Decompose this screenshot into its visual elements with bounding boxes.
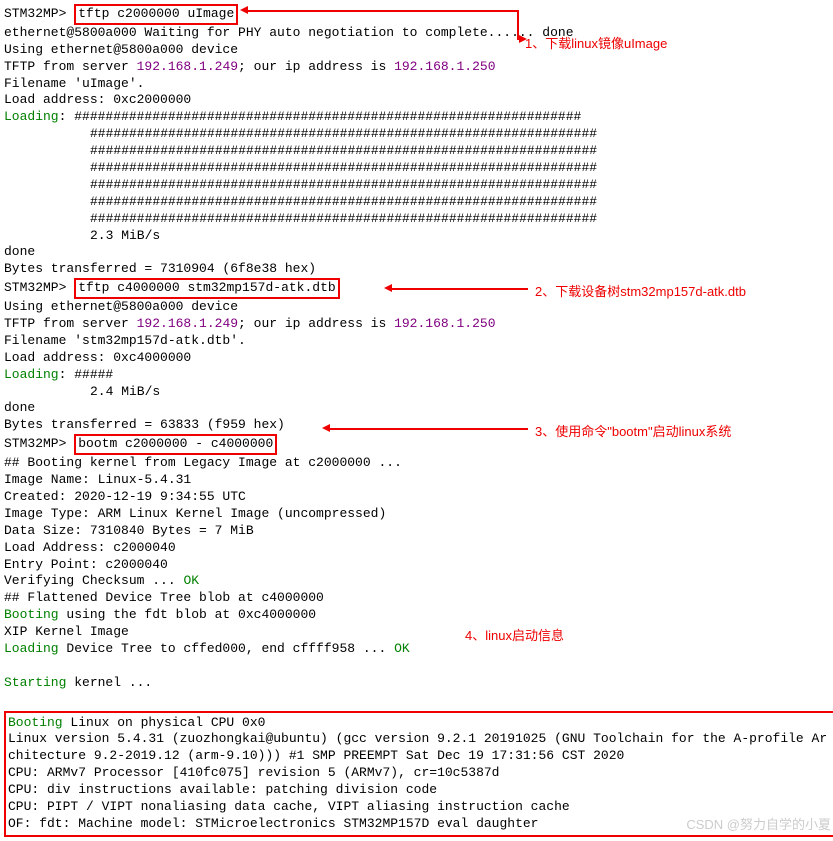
cmd2: tftp c4000000 stm32mp157d-atk.dtb (78, 280, 335, 295)
hash-2: ########################################… (4, 126, 833, 143)
cmd3: bootm c2000000 - c4000000 (78, 436, 273, 451)
boot-l3: CPU: ARMv7 Processor [410fc075] revision… (8, 765, 833, 782)
ip-client: 192.168.1.250 (394, 59, 495, 74)
out-l16: Starting kernel ... (4, 675, 833, 692)
out-l6: Bytes transferred = 7310904 (6f8e38 hex) (4, 261, 833, 278)
boot-l1: Booting Linux on physical CPU 0x0 (8, 715, 833, 732)
hash-3: ########################################… (4, 143, 833, 160)
hash-5: ########################################… (4, 177, 833, 194)
loading-line2: Loading: ##### (4, 367, 833, 384)
cmd1: tftp c2000000 uImage (78, 6, 234, 21)
blank2 (4, 692, 833, 709)
out-l8: Load address: 0xc4000000 (4, 350, 833, 367)
out-l11d: Data Size: 7310840 Bytes = 7 MiB (4, 523, 833, 540)
hash-7: ########################################… (4, 211, 833, 228)
out-l11g: Verifying Checksum ... OK (4, 573, 833, 590)
out-l11e: Load Address: c2000040 (4, 540, 833, 557)
cmd3-box: bootm c2000000 - c4000000 (74, 434, 277, 455)
cmd1-box: tftp c2000000 uImage (74, 4, 238, 25)
out-l2b: Using ethernet@5800a000 device (4, 299, 833, 316)
hash-6: ########################################… (4, 194, 833, 211)
out-l13: Booting using the fdt blob at 0xc4000000 (4, 607, 833, 624)
ok-text: OK (183, 573, 199, 588)
speed1: 2.3 MiB/s (4, 228, 833, 245)
arrow2-head (384, 284, 392, 292)
annotation-1: 1、下载linux镜像uImage (525, 33, 667, 52)
out-l7: Filename 'stm32mp157d-atk.dtb'. (4, 333, 833, 350)
out-l11f: Entry Point: c2000040 (4, 557, 833, 574)
out-l3c: TFTP from server 192.168.1.249; our ip a… (4, 316, 833, 333)
arrow3 (329, 428, 528, 430)
done2: done (4, 400, 833, 417)
out-l10: ## Booting kernel from Legacy Image at c… (4, 455, 833, 472)
out-l4: Filename 'uImage'. (4, 76, 833, 93)
cmd2-box: tftp c4000000 stm32mp157d-atk.dtb (74, 278, 339, 299)
prompt-text: STM32MP> (4, 6, 66, 21)
out-l3: TFTP from server 192.168.1.249; our ip a… (4, 59, 833, 76)
arrow1-head2 (519, 35, 527, 43)
hash-4: ########################################… (4, 160, 833, 177)
arrow1 (247, 10, 517, 12)
prompt-line-1: STM32MP> tftp c2000000 uImage (4, 4, 833, 25)
out-l11a: Image Name: Linux-5.4.31 (4, 472, 833, 489)
boot-l4: CPU: div instructions available: patchin… (8, 782, 833, 799)
annotation-3: 3、使用命令"bootm"启动linux系统 (535, 421, 731, 440)
loading-line: Loading: ###############################… (4, 109, 833, 126)
arrow3-head (322, 424, 330, 432)
ip-server: 192.168.1.249 (137, 59, 238, 74)
watermark: CSDN @努力自学的小夏 (686, 814, 831, 833)
boot-l2: Linux version 5.4.31 (zuozhongkai@ubuntu… (8, 731, 833, 765)
arrow2 (391, 288, 528, 290)
out-l12: ## Flattened Device Tree blob at c400000… (4, 590, 833, 607)
annotation-4: 4、linux启动信息 (465, 625, 564, 644)
speed2: 2.4 MiB/s (4, 384, 833, 401)
annotation-2: 2、下载设备树stm32mp157d-atk.dtb (535, 281, 746, 300)
blank (4, 658, 833, 675)
out-l2: Using ethernet@5800a000 device (4, 42, 833, 59)
done1: done (4, 244, 833, 261)
out-l5: Load address: 0xc2000000 (4, 92, 833, 109)
out-l11c: Image Type: ARM Linux Kernel Image (unco… (4, 506, 833, 523)
out-l14: XIP Kernel Image (4, 624, 833, 641)
out-l15: Loading Device Tree to cffed000, end cff… (4, 641, 833, 658)
out-l1: ethernet@5800a000 Waiting for PHY auto n… (4, 25, 833, 42)
out-l11b: Created: 2020-12-19 9:34:55 UTC (4, 489, 833, 506)
arrow1-head (240, 6, 248, 14)
